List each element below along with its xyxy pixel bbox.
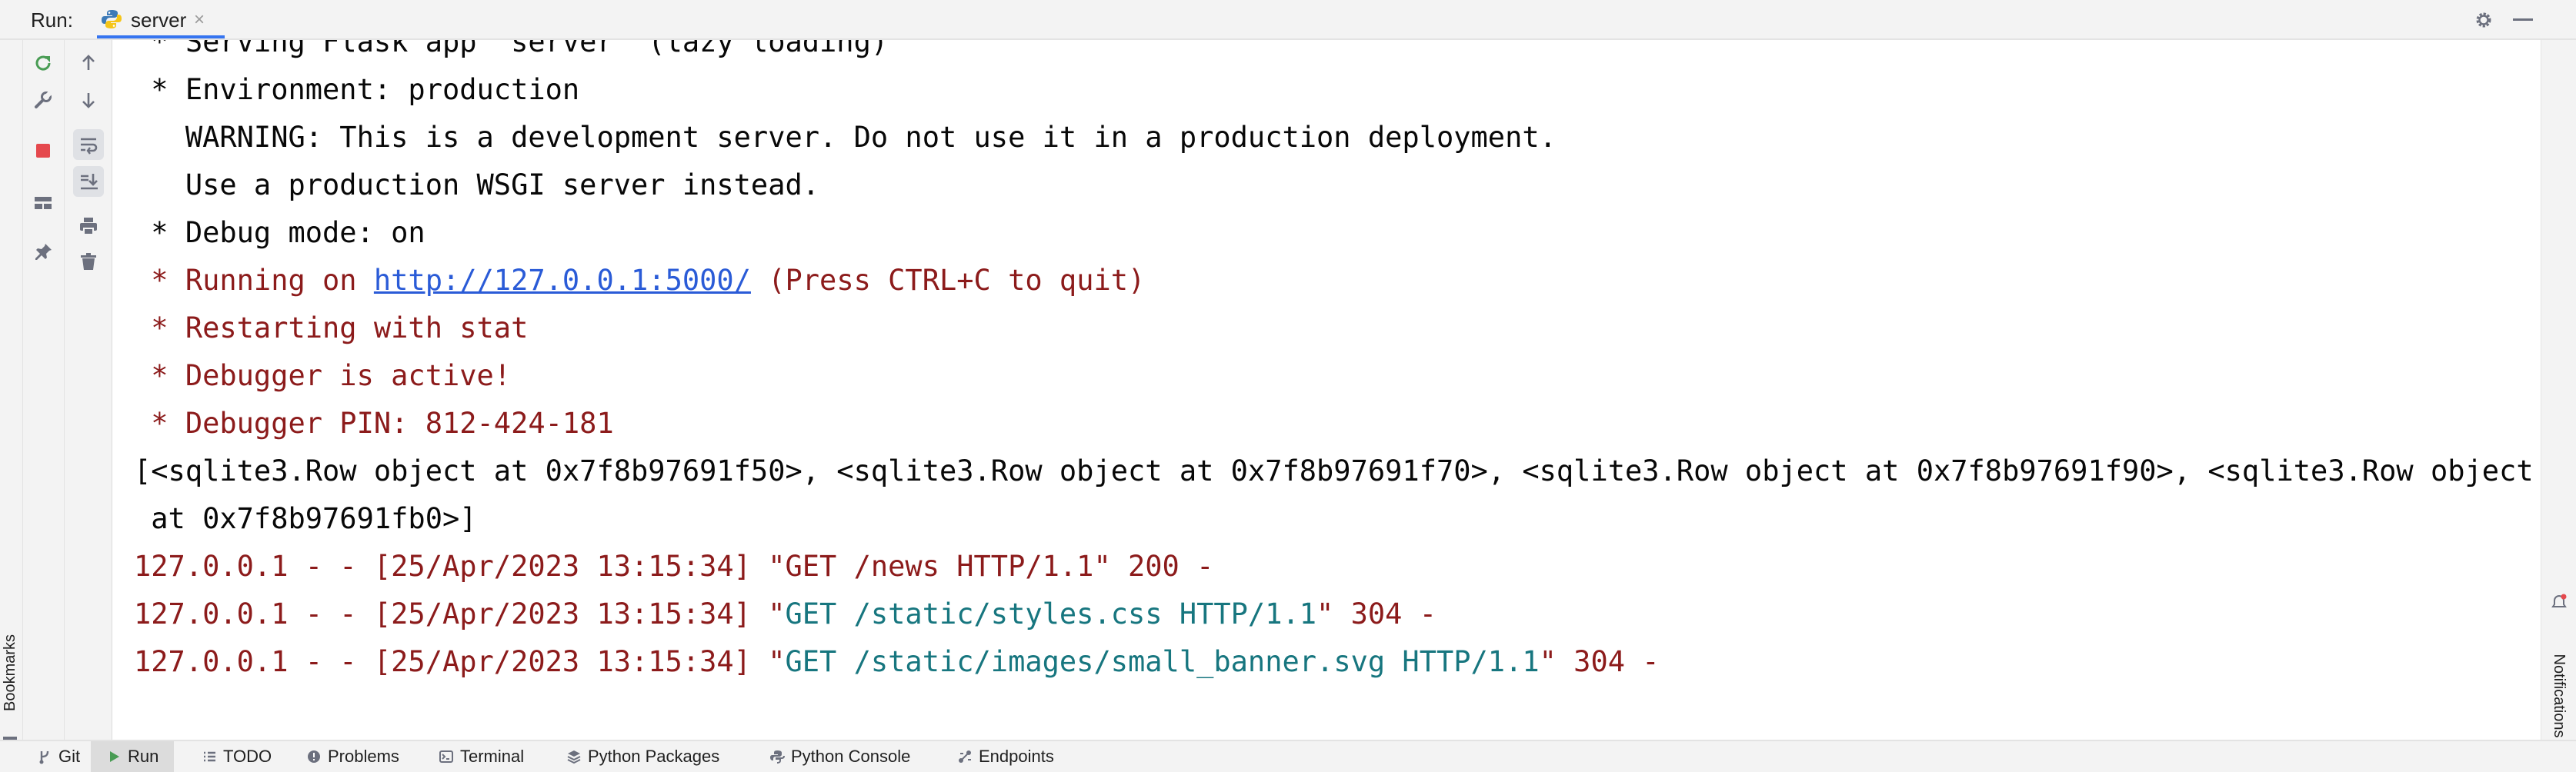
bookmarks-stripe-button[interactable]: Bookmarks xyxy=(0,615,20,730)
console-text-segment: GET /static/images/small_banner.svg HTTP… xyxy=(785,645,1540,678)
python-console-icon xyxy=(770,750,785,764)
tool-window-label: Terminal xyxy=(460,747,525,766)
endpoints-icon xyxy=(959,750,971,763)
console-text-segment: (Press CTRL+C to quit) xyxy=(750,264,1146,297)
tool-window-label: Python Console xyxy=(791,747,911,766)
console-text-segment: 127.0.0.1 - - [25/Apr/2023 13:15:34] " xyxy=(134,645,786,678)
run-icon xyxy=(110,751,119,762)
minimize-icon[interactable] xyxy=(2513,18,2533,21)
layout-button[interactable] xyxy=(28,188,58,218)
modify-run-config-button[interactable] xyxy=(28,85,58,115)
run-toolbar-primary xyxy=(23,40,65,740)
console-text-segment: * Running on xyxy=(134,264,374,297)
gear-icon[interactable] xyxy=(2473,9,2494,31)
left-tool-stripe: Bookmarks xyxy=(0,40,23,754)
bell-icon[interactable] xyxy=(2551,594,2568,611)
close-tab-icon[interactable]: × xyxy=(194,8,205,32)
pin-tab-button[interactable] xyxy=(28,237,58,268)
previous-occurrence-button[interactable] xyxy=(73,48,104,78)
scroll-to-end-icon xyxy=(81,174,98,190)
print-icon xyxy=(80,218,97,235)
rerun-icon xyxy=(35,55,51,71)
run-toolbar-secondary xyxy=(65,40,112,740)
tool-window-label: Git xyxy=(58,747,81,766)
tool-window-button-problems[interactable]: Problems xyxy=(299,741,422,772)
print-button[interactable] xyxy=(73,211,104,241)
arrow-up-icon xyxy=(82,55,95,70)
console-text-segment: " 304 - xyxy=(1539,645,1660,678)
console-line: * Debugger is active! xyxy=(134,359,512,392)
console-line: * Running on http://127.0.0.1:5000/ (Pre… xyxy=(134,257,1145,304)
terminal-icon xyxy=(439,750,453,763)
scroll-to-end-button[interactable] xyxy=(73,166,104,197)
run-label: Run: xyxy=(31,8,73,32)
tool-window-label: Python Packages xyxy=(588,747,720,766)
clear-all-button[interactable] xyxy=(73,246,104,277)
console-line: * Environment: production xyxy=(134,73,580,106)
tool-window-button-git[interactable]: Git xyxy=(29,741,91,772)
console-line: 127.0.0.1 - - [25/Apr/2023 13:15:34] "GE… xyxy=(134,591,1436,638)
console-line: * Serving Flask app 'server' (lazy loadi… xyxy=(134,40,889,58)
server-url-link[interactable]: http://127.0.0.1:5000/ xyxy=(374,264,751,297)
tool-window-button-todo[interactable]: TODO xyxy=(194,741,289,772)
console-line: 127.0.0.1 - - [25/Apr/2023 13:15:34] "GE… xyxy=(134,543,1213,591)
tool-window-label: Endpoints xyxy=(979,747,1054,766)
console-line: at 0x7f8b97691fb0>] xyxy=(134,502,477,535)
tab-server-label: server xyxy=(131,8,187,32)
console-line: Use a production WSGI server instead. xyxy=(134,168,820,201)
tool-window-label: Problems xyxy=(328,747,399,766)
todo-list-icon xyxy=(204,751,215,762)
console-text-segment: 127.0.0.1 - - [25/Apr/2023 13:15:34] "GE… xyxy=(134,550,1214,583)
tool-window-bar: Git Run TODO Problems Terminal Python Package… xyxy=(0,740,2576,772)
layout-icon xyxy=(35,197,52,209)
console-line: WARNING: This is a development server. D… xyxy=(134,121,1557,154)
packages-icon xyxy=(567,750,581,764)
run-tool-window-header: Run: server × xyxy=(0,0,2576,40)
tool-window-button-terminal[interactable]: Terminal xyxy=(431,741,549,772)
console-line: * Debugger PIN: 812-424-181 xyxy=(134,407,614,440)
right-tool-stripe: Notifications xyxy=(2541,40,2576,740)
stop-button[interactable] xyxy=(28,135,58,166)
console-text-segment: GET /static/styles.css HTTP/1.1 xyxy=(785,597,1317,631)
arrow-down-icon xyxy=(82,93,95,108)
tab-server[interactable]: server × xyxy=(97,0,225,38)
console-line: * Debug mode: on xyxy=(134,216,425,249)
tool-window-button-endpoints[interactable]: Endpoints xyxy=(949,741,1080,772)
tool-window-label: TODO xyxy=(223,747,272,766)
tool-window-button-python-packages[interactable]: Python Packages xyxy=(559,741,749,772)
soft-wrap-icon xyxy=(81,138,98,155)
console-line: * Restarting with stat xyxy=(134,311,529,344)
rerun-button[interactable] xyxy=(28,48,58,78)
console-text-segment: 127.0.0.1 - - [25/Apr/2023 13:15:34] " xyxy=(134,597,786,631)
console-line: [<sqlite3.Row object at 0x7f8b97691f50>,… xyxy=(134,454,2534,487)
git-branch-icon xyxy=(39,750,49,764)
tool-window-button-run[interactable]: Run xyxy=(91,741,174,772)
python-icon xyxy=(102,10,122,28)
soft-wrap-button[interactable] xyxy=(73,129,104,160)
console-line: 127.0.0.1 - - [25/Apr/2023 13:15:34] "GE… xyxy=(134,638,1660,686)
tool-window-button-python-console[interactable]: Python Console xyxy=(762,741,939,772)
trash-icon xyxy=(81,253,96,270)
wrench-icon xyxy=(35,91,52,108)
stop-icon xyxy=(36,144,50,158)
console-text-segment: " 304 - xyxy=(1316,597,1436,631)
pin-icon xyxy=(35,244,52,260)
problems-icon xyxy=(308,750,320,763)
next-occurrence-button[interactable] xyxy=(73,85,104,115)
console-output[interactable]: * Serving Flask app 'server' (lazy loadi… xyxy=(112,40,2541,740)
tool-window-label: Run xyxy=(128,747,159,766)
